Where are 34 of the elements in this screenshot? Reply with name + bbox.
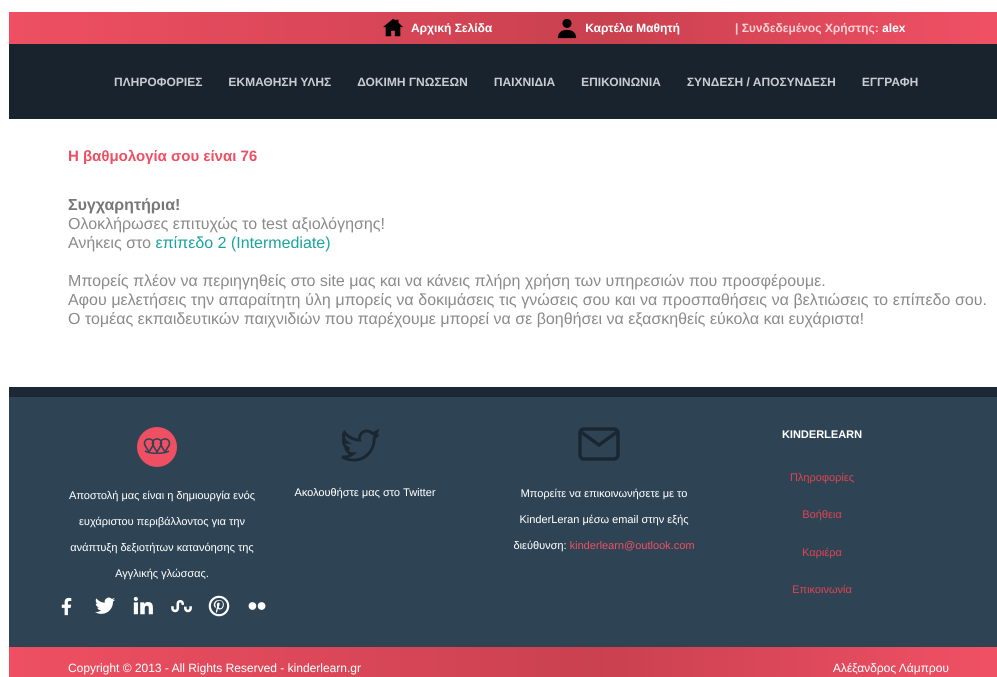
footer-link[interactable]: Καριέρα	[802, 544, 842, 561]
top-link[interactable]: Καρτέλα Μαθητή	[555, 17, 680, 39]
footer-description: Αποστολή μας είναι η δημιουργία ενός ευχάριστου περιβάλλοντος για την ανάπτυξη δεξιοτήτων κατανόησης της Αγγλικής γλώσσας.	[68, 489, 255, 582]
info-paragraph: Αφου μελετήσεις την απαραίτητη ύλη μπορείς να δοκιμάσεις τις γνώσεις σου και να προσπαθήσεις να βελτιώσεις το επίπεδο σου. Ο τομέας εκπαιδευτικών παιχνιδιών που παρέχουμε μπορεί να σε βοηθήσει να εξασκηθείς εύκολα και ευχάριστα!	[68, 291, 987, 329]
logo-icon	[137, 427, 177, 467]
nav-link[interactable]: ΕΓΓΡΑΦΗ	[862, 72, 918, 90]
footer-description: Μπορείτε να επικοινωνήσετε με το KinderLeran μέσω email στην εξής διεύθυνση: kinderlearn@outlook.com	[512, 487, 695, 554]
footer-description: Ακολουθήστε μας στο Twitter	[293, 486, 436, 501]
nav-link[interactable]: ΕΚΜΑΘΗΣΗ ΥΛΗΣ	[228, 72, 332, 90]
level-text: Ανήκεις στο επίπεδο 2 (Intermediate)	[68, 234, 332, 253]
score-heading: Η βαθμολογία σου είναι 76	[68, 147, 258, 166]
nav-link[interactable]: ΣΥΝΔΕΣΗ / ΑΠΟΣΥΝΔΕΣΗ	[686, 72, 836, 90]
footer-link[interactable]: Πληροφορίες	[790, 470, 854, 486]
copyright-text: Copyright © 2013 - All Rights Reserved - kinderlearn.gr	[68, 661, 361, 677]
linkedin-icon[interactable]	[132, 595, 154, 617]
envelope-icon	[578, 427, 620, 461]
pinterest-icon[interactable]	[208, 595, 230, 617]
footer-link[interactable]: Επικοινωνία	[792, 582, 852, 598]
congratulations-title: Συγχαρητήρια!	[68, 196, 182, 215]
logged-in-user-text: | Συνδεδεμένος Χρήστης: alex	[735, 20, 906, 37]
email-link[interactable]: kinderlearn@outlook.com	[570, 540, 695, 552]
nav-link[interactable]: ΔΟΚΙΜΗ ΓΝΩΣΕΩΝ	[357, 72, 468, 90]
level-link[interactable]: επίπεδο 2 (Intermediate)	[155, 235, 331, 252]
footer-link[interactable]: Βοήθεια	[802, 507, 842, 524]
twitter-icon[interactable]	[94, 595, 116, 617]
author-name: Αλέξανδρος Λάμπρου	[832, 661, 949, 677]
success-message: Ολοκλήρωσες επιτυχώς το test αξιολόγησης!	[68, 215, 386, 234]
top-link[interactable]: Αρχική Σελίδα	[381, 17, 492, 39]
info-paragraph: Μπορείς πλέον να περιηγηθείς στο site μας και να κάνεις πλήρη χρήση των υπηρεσιών που προσφέρουμε.	[68, 272, 827, 291]
home-icon	[381, 17, 405, 39]
footer-menu-title: KINDERLEARN	[782, 428, 862, 443]
nav-link[interactable]: ΕΠΙΚΟΙΝΩΝΙΑ	[581, 72, 661, 90]
nav-link[interactable]: ΠΛΗΡΟΦΟΡΙΕΣ	[114, 72, 202, 90]
nav-link[interactable]: ΠΑΙΧΝΙΔΙΑ	[494, 72, 556, 90]
